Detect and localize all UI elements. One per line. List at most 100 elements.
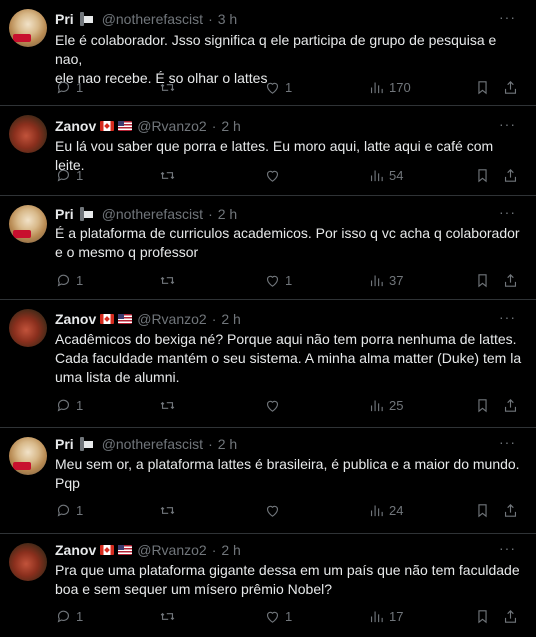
timestamp[interactable]: 2 h <box>218 206 237 222</box>
tweet[interactable]: Pri @notherefascist · 2 h ··· É a plataf… <box>0 196 536 300</box>
avatar[interactable] <box>9 205 47 243</box>
like-button[interactable] <box>264 165 285 185</box>
flag-icon <box>83 440 93 448</box>
handle[interactable]: @notherefascist <box>102 206 203 222</box>
share-button[interactable] <box>502 395 519 415</box>
like-button[interactable]: 1 <box>264 77 292 97</box>
retweet-button[interactable] <box>159 500 180 520</box>
share-icon <box>504 503 517 517</box>
reply-button[interactable]: 1 <box>55 606 83 626</box>
bookmark-button[interactable] <box>474 77 491 97</box>
timestamp[interactable]: 2 h <box>218 436 237 452</box>
retweet-button[interactable] <box>159 77 180 97</box>
reply-count: 1 <box>76 397 84 413</box>
tweet[interactable]: Pri @notherefascist · 2 h ··· Meu sem or… <box>0 428 536 534</box>
share-button[interactable] <box>502 500 519 520</box>
bookmark-button[interactable] <box>474 270 491 290</box>
display-name[interactable]: Zanov <box>55 542 96 558</box>
like-button[interactable] <box>264 395 285 415</box>
retweet-button[interactable] <box>159 165 180 185</box>
like-button[interactable] <box>264 500 285 520</box>
action-bar: 1 25 <box>55 395 525 415</box>
reply-button[interactable]: 1 <box>55 500 83 520</box>
tweet[interactable]: Zanov @Rvanzo2 · 2 h ··· Acadêmicos do b… <box>0 300 536 428</box>
views-button[interactable]: 25 <box>368 395 403 415</box>
timestamp[interactable]: 2 h <box>221 311 240 327</box>
us-flag-icon <box>118 545 133 555</box>
reply-button[interactable]: 1 <box>55 165 83 185</box>
tweet-text: É a plataforma de curriculos academicos.… <box>55 225 520 260</box>
handle[interactable]: @notherefascist <box>102 436 203 452</box>
handle[interactable]: @Rvanzo2 <box>137 542 206 558</box>
avatar[interactable] <box>9 309 47 347</box>
more-options-icon[interactable]: ··· <box>499 9 516 25</box>
avatar[interactable] <box>9 543 47 581</box>
display-name[interactable]: Pri <box>55 436 74 452</box>
share-button[interactable] <box>502 77 519 97</box>
avatar[interactable] <box>9 115 47 153</box>
display-name[interactable]: Pri <box>55 11 74 27</box>
more-options-icon[interactable]: ··· <box>499 540 516 556</box>
views-icon <box>370 611 383 622</box>
canada-flag-icon <box>100 121 115 131</box>
more-options-icon[interactable]: ··· <box>499 434 516 450</box>
timestamp[interactable]: 3 h <box>218 11 237 27</box>
reply-button[interactable]: 1 <box>55 270 83 290</box>
flag-icon <box>83 210 93 218</box>
tweet[interactable]: Zanov @Rvanzo2 · 2 h ··· Eu lá vou saber… <box>0 106 536 196</box>
timestamp[interactable]: 2 h <box>221 542 240 558</box>
handle[interactable]: @Rvanzo2 <box>137 311 206 327</box>
tweet[interactable]: Zanov @Rvanzo2 · 2 h ··· Pra que uma pla… <box>0 534 536 637</box>
views-button[interactable]: 170 <box>368 77 411 97</box>
more-options-icon[interactable]: ··· <box>499 204 516 220</box>
avatar[interactable] <box>9 437 47 475</box>
tweet-header: Pri @notherefascist · 3 h <box>55 10 237 28</box>
display-name[interactable]: Pri <box>55 206 74 222</box>
bookmark-button[interactable] <box>474 500 491 520</box>
share-button[interactable] <box>502 606 519 626</box>
more-options-icon[interactable]: ··· <box>499 116 516 132</box>
retweet-icon <box>160 612 175 620</box>
reply-icon <box>57 81 69 94</box>
reply-button[interactable]: 1 <box>55 77 83 97</box>
share-icon <box>504 609 517 623</box>
bookmark-icon <box>478 168 487 182</box>
display-name[interactable]: Zanov <box>55 118 96 134</box>
more-options-icon[interactable]: ··· <box>499 309 516 325</box>
retweet-icon <box>160 401 175 409</box>
views-count: 170 <box>389 79 411 95</box>
us-flag-icon <box>118 314 133 324</box>
reply-icon <box>57 610 69 623</box>
retweet-button[interactable] <box>159 606 180 626</box>
time-separator: · <box>211 311 217 327</box>
views-button[interactable]: 24 <box>368 500 403 520</box>
views-button[interactable]: 37 <box>368 270 403 290</box>
display-name[interactable]: Zanov <box>55 311 96 327</box>
handle[interactable]: @notherefascist <box>102 11 203 27</box>
reply-button[interactable]: 1 <box>55 395 83 415</box>
tweet-header: Zanov @Rvanzo2 · 2 h <box>55 310 241 328</box>
views-icon <box>370 400 383 411</box>
bookmark-icon <box>478 398 487 412</box>
time-separator: · <box>208 11 213 27</box>
share-button[interactable] <box>502 165 519 185</box>
views-button[interactable]: 17 <box>368 606 403 626</box>
action-bar: 1 24 <box>55 500 525 520</box>
tweet[interactable]: Pri @notherefascist · 3 h ··· Ele é cola… <box>0 0 536 106</box>
retweet-button[interactable] <box>159 395 180 415</box>
like-button[interactable]: 1 <box>264 270 292 290</box>
retweet-button[interactable] <box>159 270 180 290</box>
timestamp[interactable]: 2 h <box>221 118 240 134</box>
handle[interactable]: @Rvanzo2 <box>137 118 206 134</box>
bookmark-button[interactable] <box>474 395 491 415</box>
us-flag-icon <box>118 121 133 131</box>
reply-icon <box>57 504 69 517</box>
bookmark-button[interactable] <box>474 165 491 185</box>
like-button[interactable]: 1 <box>264 606 292 626</box>
avatar[interactable] <box>9 9 47 47</box>
reply-count: 1 <box>76 608 84 624</box>
views-button[interactable]: 54 <box>368 165 403 185</box>
reply-icon <box>57 274 69 287</box>
share-button[interactable] <box>502 270 519 290</box>
bookmark-button[interactable] <box>474 606 491 626</box>
